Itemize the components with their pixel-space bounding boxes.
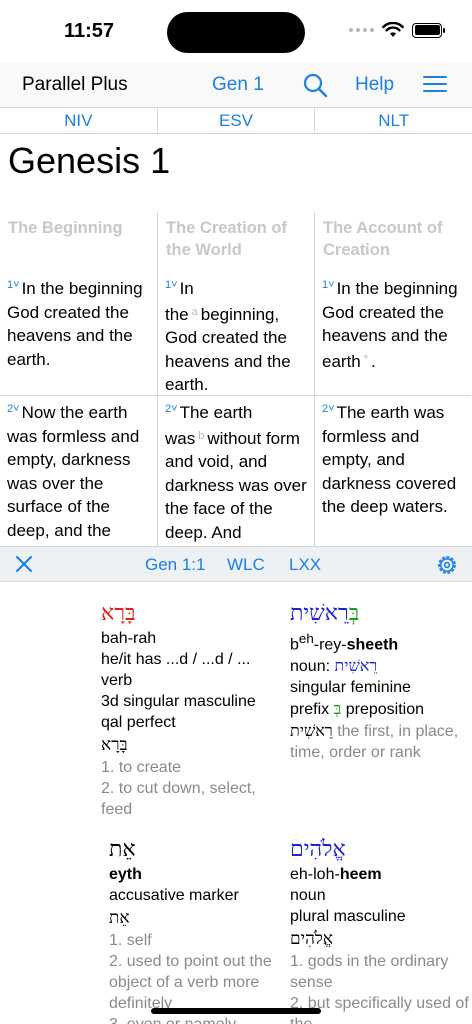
nav-bar: Parallel Plus Gen 1 Help <box>0 62 472 108</box>
version-tab-nlt[interactable]: NLT <box>315 108 472 133</box>
interlinear-toolbar: Gen 1:1 WLC LXX <box>0 546 472 582</box>
gloss-line: qal perfect <box>101 714 176 731</box>
status-time: 11:57 <box>64 20 115 42</box>
definition: 1. gods in the ordinary sense <box>290 953 449 991</box>
word-card[interactable]: בְּרֵאשִׁית beh-rey-sheeth noun: רֵאשִׁי… <box>290 600 470 763</box>
home-indicator[interactable] <box>151 1008 321 1014</box>
verse-1[interactable]: 1˅ In the beginning God created the heave… <box>0 272 157 396</box>
verse-2[interactable]: 2˅ The earth was b without form and void, a… <box>158 396 314 546</box>
version-tab-esv[interactable]: ESV <box>158 108 316 133</box>
search-icon[interactable] <box>302 72 328 98</box>
verse-text: In the beginning God created the heavens… <box>7 279 143 369</box>
verse-number[interactable]: 2˅ <box>165 403 178 415</box>
verse-text: In the beginning God created the heavens… <box>322 279 458 371</box>
word-card[interactable]: אֵת eyth accusative marker אֵת 1. self 2… <box>109 836 289 1024</box>
battery-icon <box>412 22 445 38</box>
transliteration: beh-rey-sheeth <box>290 631 399 654</box>
verse-text: The earth was formless and empty, and da… <box>322 403 457 516</box>
dynamic-island <box>167 12 305 53</box>
chapter-title: Genesis 1 <box>8 140 171 181</box>
transliteration: eyth <box>109 866 142 883</box>
column-esv: The Creation of the World 1˅ In the a begin… <box>157 212 314 546</box>
definition: 1. to create <box>101 759 182 776</box>
verse-1[interactable]: 1˅ In the a beginning, God created the heav… <box>158 272 314 396</box>
verse-number[interactable]: 1˅ <box>322 279 335 291</box>
gloss-line: plural masculine <box>290 908 406 925</box>
version-tabs: NIV ESV NLT <box>0 108 472 134</box>
parallel-columns: The Beginning 1˅ In the beginning God cre… <box>0 212 472 546</box>
gloss-line: noun <box>290 887 326 904</box>
verse-text: Now the earth was formless and empty, da… <box>7 403 140 540</box>
lemma: אֱלֹהִים <box>290 929 333 949</box>
hamburger-menu-icon[interactable] <box>423 76 447 94</box>
transliteration: bah-rah <box>101 630 157 647</box>
verse-1[interactable]: 1˅ In the beginning God created the heave… <box>315 272 471 396</box>
hebrew-word: בָּרָא <box>101 601 136 626</box>
verse-2[interactable]: 2˅ The earth was formless and empty, and … <box>315 396 471 523</box>
version-tab-niv[interactable]: NIV <box>0 108 158 133</box>
definition: 2. used to point out the object of a ver… <box>109 953 272 1012</box>
prefix-line: prefix בְּ preposition <box>290 699 425 719</box>
lxx-button[interactable]: LXX <box>289 555 321 575</box>
gloss-line: he/it has ...d / ...d / ... <box>101 651 251 668</box>
verse-text: . <box>371 351 376 371</box>
cellular-signal-icon <box>349 28 374 32</box>
app-title: Parallel Plus <box>22 74 128 95</box>
part-of-speech: noun: רֵאשִׁית <box>290 656 378 676</box>
chapter-selector-button[interactable]: Gen 1 <box>212 74 264 96</box>
word-card[interactable]: בָּרָא bah-rah he/it has ...d / ...d / .… <box>101 600 281 820</box>
gear-icon[interactable] <box>436 554 458 576</box>
hebrew-word: אֱלֹהִים <box>290 837 346 862</box>
word-card[interactable]: אֱלֹהִים eh-loh-heem noun plural masculi… <box>290 836 470 1024</box>
close-icon[interactable] <box>14 554 34 574</box>
section-heading: The Beginning <box>8 219 123 237</box>
help-button[interactable]: Help <box>355 74 394 96</box>
hebrew-word: אֵת <box>109 837 136 862</box>
section-heading: The Creation of the World <box>166 219 288 259</box>
footnote-marker[interactable]: a <box>192 306 198 318</box>
wlc-button[interactable]: WLC <box>227 555 265 575</box>
status-icons <box>349 22 445 38</box>
verse-number[interactable]: 2˅ <box>322 403 335 415</box>
verse-number[interactable]: 2˅ <box>7 403 20 415</box>
verse-number[interactable]: 1˅ <box>165 279 178 291</box>
transliteration: eh-loh-heem <box>290 866 382 883</box>
gloss-line: verb <box>101 672 133 689</box>
column-niv: The Beginning 1˅ In the beginning God cre… <box>0 212 157 546</box>
column-nlt: The Account of Creation 1˅ In the beginni… <box>314 212 471 546</box>
lemma: בָּרָא <box>101 735 128 755</box>
gloss-line: 3d singular masculine <box>101 693 256 710</box>
hebrew-word: בְּרֵאשִׁית <box>290 601 360 626</box>
section-heading: The Account of Creation <box>323 219 443 259</box>
status-bar: 11:57 <box>0 0 472 62</box>
gloss-line: accusative marker <box>109 887 239 904</box>
definition: רֵאשִׁית the first, in place, time, orde… <box>290 721 459 762</box>
gloss-line: singular feminine <box>290 679 411 697</box>
lemma: אֵת <box>109 908 130 928</box>
definition: 1. self <box>109 932 152 949</box>
definition: 2. to cut down, select, feed <box>101 780 256 818</box>
footnote-marker[interactable]: * <box>364 353 368 365</box>
interlinear-words: בָּרָא bah-rah he/it has ...d / ...d / .… <box>0 582 472 1024</box>
verse-2[interactable]: 2˅ Now the earth was formless and empty, … <box>0 396 157 546</box>
definition: 3. even or namely <box>109 1014 289 1024</box>
footnote-marker[interactable]: b <box>198 430 204 442</box>
verse-number[interactable]: 1˅ <box>7 279 20 291</box>
verse-reference-button[interactable]: Gen 1:1 <box>145 555 206 575</box>
wifi-icon <box>382 22 404 37</box>
